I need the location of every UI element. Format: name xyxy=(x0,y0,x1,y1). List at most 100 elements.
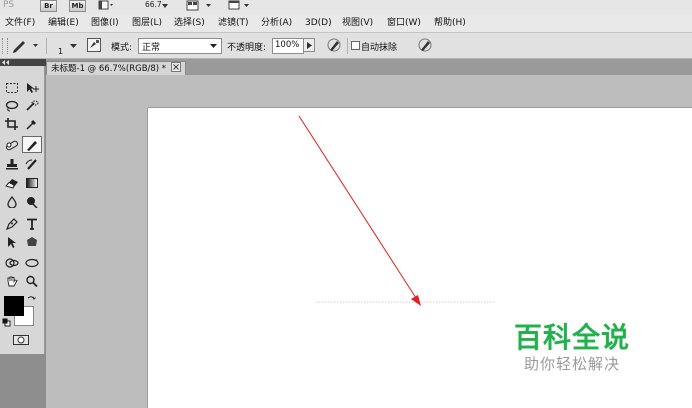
blend-mode-value: 正常 xyxy=(142,43,161,53)
pen-tool[interactable] xyxy=(3,216,21,231)
3d-rotate-tool[interactable] xyxy=(3,255,21,270)
chevron-down-icon xyxy=(210,44,217,48)
rectangular-marquee-tool[interactable] xyxy=(3,80,21,95)
watermark-title: 百科全说 xyxy=(514,321,631,354)
water-drop-icon xyxy=(7,195,17,208)
swap-arrow-icon xyxy=(27,296,36,300)
close-tab-button[interactable] xyxy=(170,62,181,72)
menu-filter[interactable]: 滤镜(T) xyxy=(218,17,249,29)
photoshop-logo: PS xyxy=(3,0,15,10)
brush-panel-icon xyxy=(87,38,101,52)
3d-orbit-icon xyxy=(25,258,39,267)
tool-preset-picker[interactable] xyxy=(11,37,39,56)
eyedropper-icon xyxy=(26,119,36,130)
menu-layer[interactable]: 图层(L) xyxy=(132,17,162,29)
tablet-pressure-icon xyxy=(418,38,432,52)
clone-stamp-tool[interactable] xyxy=(3,156,21,171)
crop-icon xyxy=(5,117,18,130)
opacity-value: 100% xyxy=(275,40,300,50)
arrange-documents-button[interactable] xyxy=(186,0,214,11)
menu-analysis[interactable]: 分析(A) xyxy=(261,17,292,29)
opacity-pressure-button[interactable] xyxy=(326,37,342,56)
opacity-label: 不透明度: xyxy=(227,43,267,53)
marquee-icon xyxy=(6,82,18,93)
eraser-icon xyxy=(5,178,18,189)
pen-pressure-icon xyxy=(327,38,341,52)
toggle-brush-panel-button[interactable] xyxy=(86,37,102,53)
hand-tool[interactable] xyxy=(3,273,21,288)
crop-tool[interactable] xyxy=(3,116,21,131)
arrange-documents-icon xyxy=(186,0,211,11)
opacity-input[interactable]: 100% xyxy=(272,38,304,54)
view-extras-icon xyxy=(98,0,113,10)
menu-bar: 文件(F) 编辑(E) 图像(I) 图层(L) 选择(S) 滤镜(T) 分析(A… xyxy=(0,14,692,33)
horizontal-type-tool[interactable] xyxy=(23,216,41,231)
brush-picker-arrow-icon[interactable] xyxy=(70,42,77,52)
brush-size-value: 1 xyxy=(58,47,64,56)
menu-image[interactable]: 图像(I) xyxy=(91,17,119,29)
pen-icon xyxy=(5,217,18,230)
swap-colors-button[interactable] xyxy=(27,295,36,307)
lasso-tool[interactable] xyxy=(3,98,21,113)
menu-window[interactable]: 窗口(W) xyxy=(387,17,421,29)
auto-erase-checkbox[interactable] xyxy=(351,41,360,50)
shape-tool[interactable] xyxy=(23,234,41,249)
3d-rotate-icon xyxy=(5,257,19,268)
blend-mode-select[interactable]: 正常 xyxy=(138,38,222,54)
lasso-icon xyxy=(5,100,19,111)
view-extras-button[interactable] xyxy=(98,0,114,11)
menu-select[interactable]: 选择(S) xyxy=(174,17,205,29)
eyedropper-tool[interactable] xyxy=(23,116,41,131)
gradient-tool[interactable] xyxy=(23,175,41,190)
collapse-panel-icon xyxy=(2,60,9,65)
move-tool[interactable] xyxy=(23,80,41,95)
tool-options-bar: 1 模式: 正常 不透明度: 100% 自动抹除 xyxy=(0,33,692,59)
zoom-dropdown-arrow-icon[interactable] xyxy=(162,2,168,12)
magnifier-icon xyxy=(26,275,38,287)
size-pressure-button[interactable] xyxy=(417,37,433,56)
zoom-tool[interactable] xyxy=(23,273,41,288)
blur-tool[interactable] xyxy=(3,194,21,209)
quick-selection-tool[interactable] xyxy=(23,98,41,113)
screen-mode-button[interactable] xyxy=(226,0,254,11)
zoom-level[interactable]: 66.7 xyxy=(145,0,162,10)
dodge-tool[interactable] xyxy=(23,194,41,209)
dodge-icon xyxy=(27,196,38,208)
history-brush-tool[interactable] xyxy=(23,156,41,171)
gradient-icon xyxy=(26,177,38,188)
foreground-color-swatch-top[interactable] xyxy=(4,296,24,316)
default-colors-button[interactable] xyxy=(2,318,11,330)
spot-healing-brush-tool[interactable] xyxy=(3,137,21,152)
pencil-tool[interactable] xyxy=(22,136,42,153)
menu-file[interactable]: 文件(F) xyxy=(5,17,35,29)
menu-view[interactable]: 视图(V) xyxy=(342,17,373,29)
options-bar-grip[interactable] xyxy=(2,38,8,54)
path-selection-icon xyxy=(8,236,16,248)
mode-label: 模式: xyxy=(111,43,133,53)
eraser-tool[interactable] xyxy=(3,175,21,190)
application-bar: PS Br Mb 66.7 xyxy=(0,0,692,14)
quick-selection-icon xyxy=(26,100,39,111)
3d-orbit-tool[interactable] xyxy=(23,255,41,270)
menu-edit[interactable]: 编辑(E) xyxy=(48,17,79,29)
hand-icon xyxy=(7,276,18,286)
launch-mini-bridge-button[interactable]: Mb xyxy=(69,0,86,12)
tools-panel xyxy=(0,66,45,354)
launch-bridge-button[interactable]: Br xyxy=(40,0,57,12)
healing-brush-icon xyxy=(5,140,19,150)
quick-mask-button[interactable] xyxy=(12,334,30,346)
pencil-icon xyxy=(27,140,37,151)
watermark-subtitle: 助你轻松解决 xyxy=(524,355,621,373)
chevron-right-icon xyxy=(307,42,312,49)
pencil-icon xyxy=(13,41,38,53)
document-tab[interactable]: 未标题-1 @ 66.7%(RGB/8) * xyxy=(46,61,186,75)
stamp-icon xyxy=(6,158,18,169)
menu-help[interactable]: 帮助(H) xyxy=(434,17,466,29)
opacity-slider-button[interactable] xyxy=(303,38,315,52)
path-selection-tool[interactable] xyxy=(3,234,21,249)
default-colors-icon xyxy=(2,318,11,327)
tools-panel-header[interactable] xyxy=(0,59,46,66)
menu-3d[interactable]: 3D(D) xyxy=(305,17,332,29)
polygon-icon xyxy=(27,236,37,246)
quick-mask-icon xyxy=(13,335,29,345)
